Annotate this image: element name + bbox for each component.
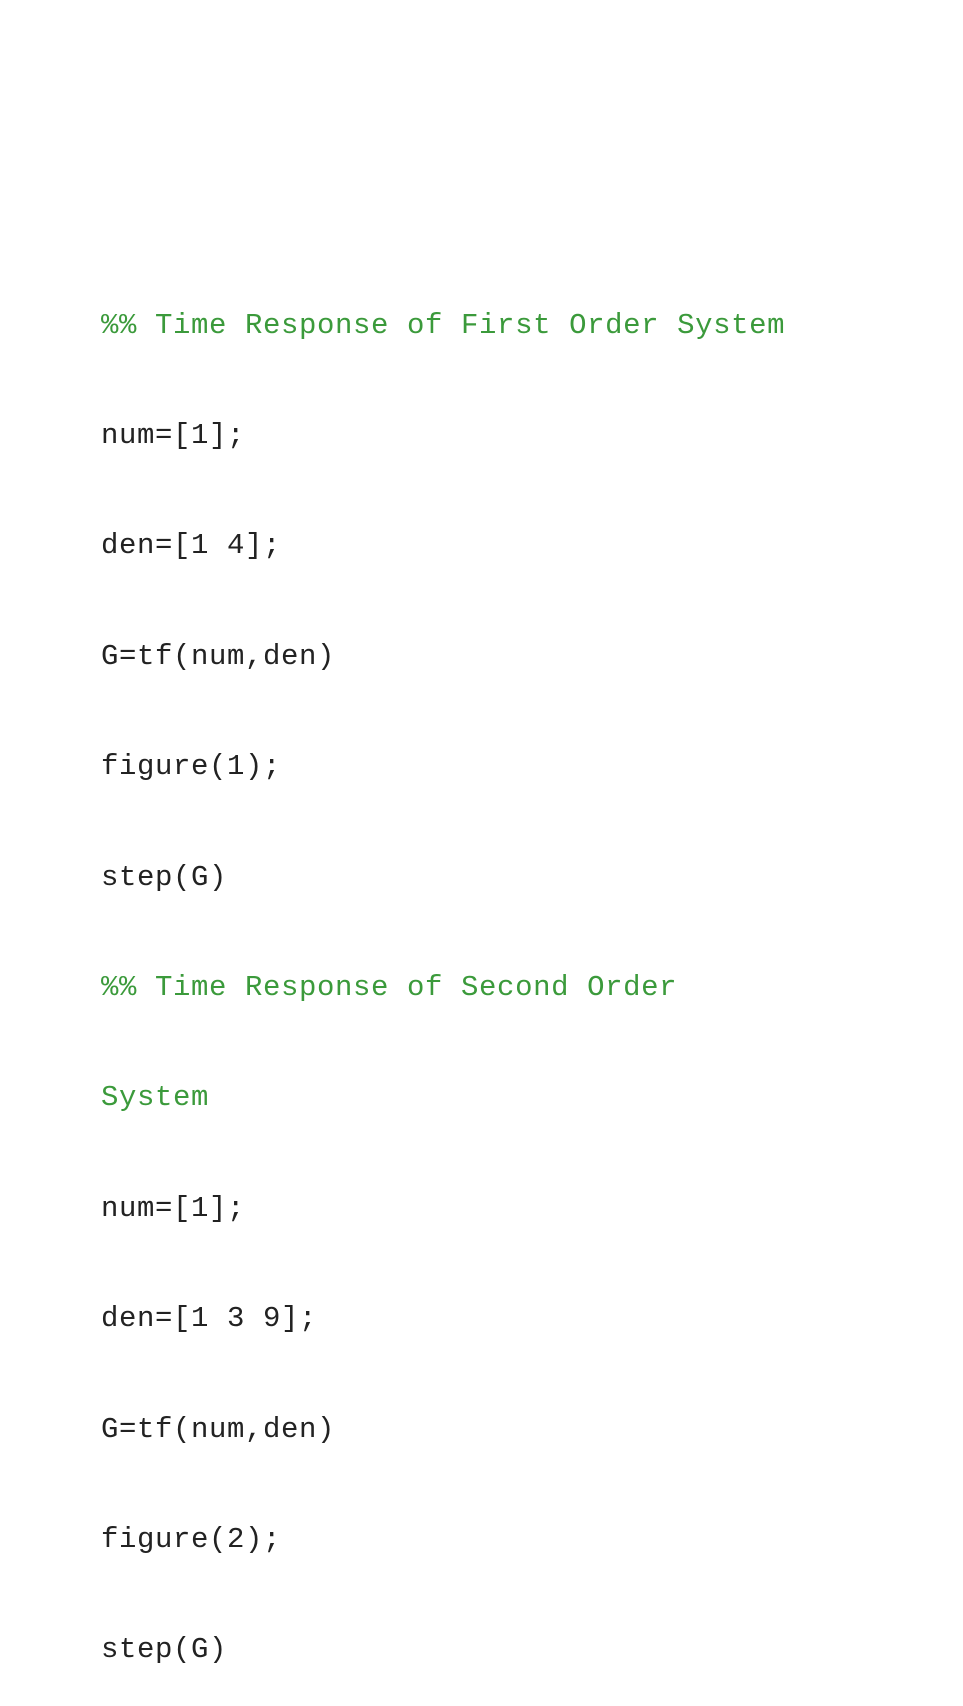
code-line-step-2: step(G) <box>101 1633 228 1667</box>
matlab-code-block: %% Time Response of First Order System n… <box>101 234 785 1706</box>
code-line-tf-1: G=tf(num,den) <box>101 639 336 673</box>
code-line-figure-2: figure(2); <box>101 1522 282 1556</box>
code-line-num-1: num=[1]; <box>101 418 246 452</box>
code-line-figure-1: figure(1); <box>101 750 282 784</box>
code-line-num-2: num=[1]; <box>101 1191 246 1225</box>
document-page: { "code": { "lines": [ {"text": "%% Time… <box>0 0 963 1666</box>
code-line-den-1: den=[1 4]; <box>101 529 282 563</box>
code-line-tf-2: G=tf(num,den) <box>101 1412 336 1446</box>
comment-line-first-order-title: %% Time Response of First Order System <box>101 308 786 342</box>
code-line-step-1: step(G) <box>101 860 228 894</box>
comment-line-second-order-title: %% Time Response of Second Order <box>101 970 678 1004</box>
comment-line-second-order-title-cont: System <box>101 1081 210 1115</box>
